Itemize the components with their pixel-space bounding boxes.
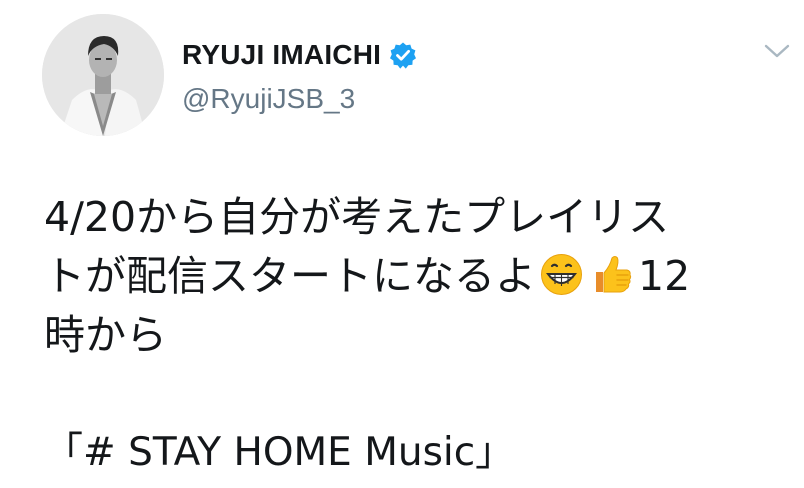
chevron-down-icon[interactable] <box>764 42 790 60</box>
tweet-text-line-1: 4/20から自分が考えたプレイリス <box>44 193 670 241</box>
author-name-row[interactable]: RYUJI IMAICHI <box>182 38 417 72</box>
thumbs-up-emoji-icon <box>590 252 635 297</box>
tweet-hashtag-line[interactable]: 「# STAY HOME Music」 <box>44 426 514 480</box>
profile-photo <box>42 14 164 136</box>
verified-badge-icon <box>389 41 417 69</box>
author-display-name[interactable]: RYUJI IMAICHI <box>182 39 381 71</box>
tweet-text-line-2-tail: 12 <box>638 252 691 300</box>
tweet-text-line-3: 時から <box>44 311 167 359</box>
author-handle[interactable]: @RyujiJSB_3 <box>182 83 355 115</box>
grinning-face-emoji-icon <box>539 252 584 297</box>
tweet-text: 4/20から自分が考えたプレイリス トが配信スタートになるよ 12 時から <box>44 188 774 365</box>
avatar[interactable] <box>42 14 164 136</box>
tweet-text-line-2: トが配信スタートになるよ <box>44 252 536 300</box>
